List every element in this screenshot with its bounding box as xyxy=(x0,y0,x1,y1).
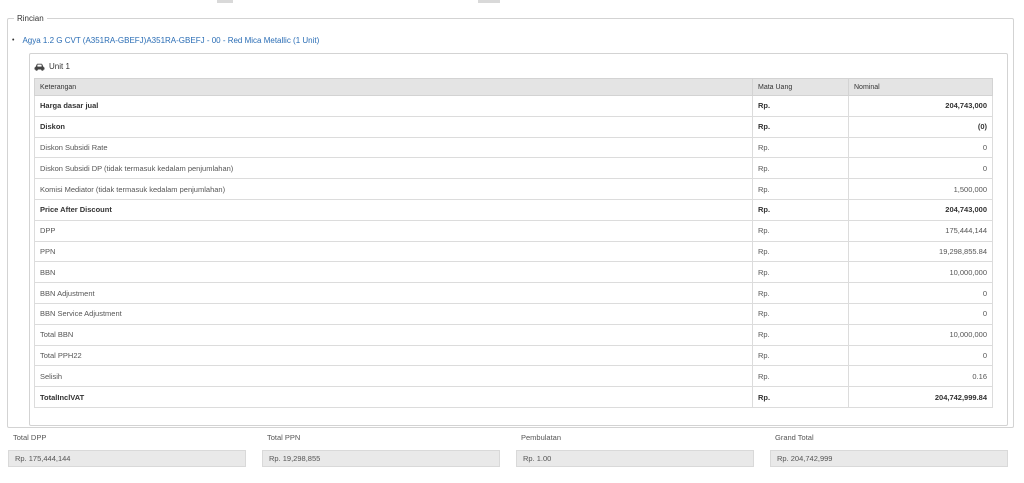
table-row: BBN Adjustment Rp. 0 xyxy=(34,282,993,304)
row-label: Total BBN xyxy=(34,323,753,346)
row-value: 0.16 xyxy=(848,365,993,388)
row-value: 0 xyxy=(848,157,993,180)
row-value: 0 xyxy=(848,344,993,367)
col-nominal: Nominal xyxy=(848,78,993,96)
row-label: TotalInclVAT xyxy=(34,386,753,408)
total-ppn-label: Total PPN xyxy=(267,433,301,442)
pembulatan: Pembulatan Rp. 1.00 xyxy=(516,433,754,467)
table-row: BBN Rp. 10,000,000 xyxy=(34,261,993,284)
row-value: 204,743,000 xyxy=(848,95,993,117)
table-row: DPP Rp. 175,444,144 xyxy=(34,219,993,242)
row-label: Diskon xyxy=(34,115,753,138)
table-row: Komisi Mediator (tidak termasuk kedalam … xyxy=(34,178,993,200)
row-currency: Rp. xyxy=(752,344,849,367)
col-mata-uang: Mata Uang xyxy=(752,78,849,96)
grand-total-label: Grand Total xyxy=(775,433,814,442)
table-row: TotalInclVAT Rp. 204,742,999.84 xyxy=(34,386,993,408)
total-ppn-field[interactable]: Rp. 19,298,855 xyxy=(262,450,500,467)
row-currency: Rp. xyxy=(752,386,849,408)
row-label: BBN Adjustment xyxy=(34,282,753,304)
item-title-link[interactable]: Agya 1.2 G CVT (A351RA-GBEFJ)A351RA-GBEF… xyxy=(22,36,319,45)
row-currency: Rp. xyxy=(752,365,849,388)
table-row: Price After Discount Rp. 204,743,000 xyxy=(34,198,993,221)
table-header-row: Keterangan Mata Uang Nominal xyxy=(34,78,993,96)
total-dpp-field[interactable]: Rp. 175,444,144 xyxy=(8,450,246,467)
totals-bar: Total DPP Rp. 175,444,144 Total PPN Rp. … xyxy=(0,433,1024,473)
unit-header: Unit 1 xyxy=(34,62,70,71)
row-currency: Rp. xyxy=(752,261,849,284)
table-row: PPN Rp. 19,298,855.84 xyxy=(34,240,993,263)
row-label: Selisih xyxy=(34,365,753,388)
item-row: • Agya 1.2 G CVT (A351RA-GBEFJ)A351RA-GB… xyxy=(12,36,319,45)
row-currency: Rp. xyxy=(752,282,849,304)
rincian-section: Rincian • Agya 1.2 G CVT (A351RA-GBEFJ)A… xyxy=(7,14,1014,428)
row-currency: Rp. xyxy=(752,95,849,117)
row-value: (0) xyxy=(848,115,993,138)
unit-panel: Unit 1 Keterangan Mata Uang Nominal Harg… xyxy=(29,53,1008,426)
table-row: Harga dasar jual Rp. 204,743,000 xyxy=(34,95,993,117)
row-currency: Rp. xyxy=(752,219,849,242)
section-legend: Rincian xyxy=(17,14,44,23)
row-label: Diskon Subsidi DP (tidak termasuk kedala… xyxy=(34,157,753,180)
row-currency: Rp. xyxy=(752,198,849,221)
grand-total: Grand Total Rp. 204,742,999 xyxy=(770,433,1008,467)
total-dpp: Total DPP Rp. 175,444,144 xyxy=(8,433,246,467)
row-label: Komisi Mediator (tidak termasuk kedalam … xyxy=(34,178,753,200)
row-label: Harga dasar jual xyxy=(34,95,753,117)
table-row: Total BBN Rp. 10,000,000 xyxy=(34,323,993,346)
row-currency: Rp. xyxy=(752,115,849,138)
row-currency: Rp. xyxy=(752,302,849,325)
row-currency: Rp. xyxy=(752,178,849,200)
unit-title: Unit 1 xyxy=(49,62,70,71)
top-stub-left xyxy=(217,0,233,3)
row-value: 175,444,144 xyxy=(848,219,993,242)
row-currency: Rp. xyxy=(752,240,849,263)
col-keterangan: Keterangan xyxy=(34,78,753,96)
row-label: Total PPH22 xyxy=(34,344,753,367)
bullet-icon: • xyxy=(12,37,15,44)
row-value: 204,742,999.84 xyxy=(848,386,993,408)
total-ppn: Total PPN Rp. 19,298,855 xyxy=(262,433,500,467)
row-value: 10,000,000 xyxy=(848,261,993,284)
detail-table: Keterangan Mata Uang Nominal Harga dasar… xyxy=(34,78,993,408)
table-row: Total PPH22 Rp. 0 xyxy=(34,344,993,367)
total-dpp-label: Total DPP xyxy=(13,433,47,442)
table-row: Diskon Subsidi Rate Rp. 0 xyxy=(34,136,993,159)
row-label: Diskon Subsidi Rate xyxy=(34,136,753,159)
grand-total-field[interactable]: Rp. 204,742,999 xyxy=(770,450,1008,467)
table-row: Diskon Subsidi DP (tidak termasuk kedala… xyxy=(34,157,993,180)
row-label: PPN xyxy=(34,240,753,263)
row-value: 10,000,000 xyxy=(848,323,993,346)
row-label: BBN xyxy=(34,261,753,284)
row-value: 204,743,000 xyxy=(848,198,993,221)
row-value: 0 xyxy=(848,302,993,325)
row-label: Price After Discount xyxy=(34,198,753,221)
row-label: DPP xyxy=(34,219,753,242)
table-row: Diskon Rp. (0) xyxy=(34,115,993,138)
table-body: Harga dasar jual Rp. 204,743,000 Diskon Rp.(… xyxy=(34,95,993,408)
row-label: BBN Service Adjustment xyxy=(34,302,753,325)
row-currency: Rp. xyxy=(752,323,849,346)
top-stubs xyxy=(0,0,1024,4)
row-value: 19,298,855.84 xyxy=(848,240,993,263)
top-stub-right xyxy=(478,0,500,3)
row-currency: Rp. xyxy=(752,157,849,180)
row-value: 0 xyxy=(848,136,993,159)
pembulatan-label: Pembulatan xyxy=(521,433,562,442)
car-icon xyxy=(34,63,45,71)
row-value: 0 xyxy=(848,282,993,304)
row-value: 1,500,000 xyxy=(848,178,993,200)
pembulatan-field[interactable]: Rp. 1.00 xyxy=(516,450,754,467)
table-row: BBN Service Adjustment Rp. 0 xyxy=(34,302,993,325)
row-currency: Rp. xyxy=(752,136,849,159)
table-row: Selisih Rp. 0.16 xyxy=(34,365,993,388)
